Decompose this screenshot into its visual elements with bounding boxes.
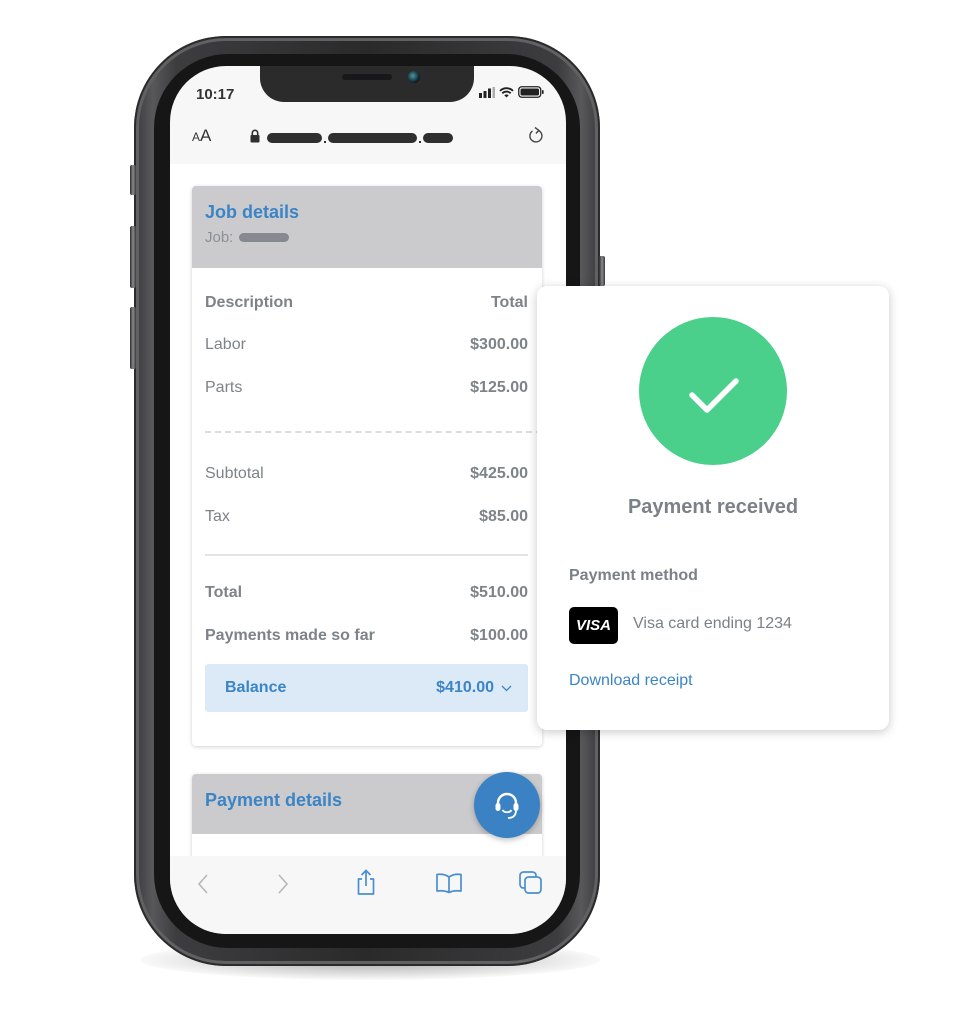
visa-card-icon: VISA xyxy=(569,607,618,644)
job-line: Job: xyxy=(205,229,529,246)
power-button xyxy=(599,256,605,286)
status-time: 10:17 xyxy=(196,86,235,103)
speaker xyxy=(342,74,392,80)
line-item-label: Labor xyxy=(205,336,246,353)
text-size-small: A xyxy=(192,130,201,144)
signal-icon xyxy=(479,86,495,98)
card-description: Visa card ending 1234 xyxy=(633,615,792,632)
line-item-amount: $300.00 xyxy=(470,336,528,353)
headset-icon xyxy=(495,792,519,819)
page-content: Job details Job: Description Total Labor… xyxy=(170,164,566,856)
total-row: Total $510.00 xyxy=(192,584,542,602)
total-header: Total xyxy=(490,294,528,311)
tax-amount: $85.00 xyxy=(479,508,528,525)
text-size-large: A xyxy=(200,126,212,145)
checkmark-icon xyxy=(689,378,739,413)
battery-icon xyxy=(518,86,544,98)
payments-amount: $100.00 xyxy=(470,627,528,644)
volume-up-button xyxy=(130,226,136,288)
support-chat-button[interactable] xyxy=(474,772,540,838)
url-field[interactable] xyxy=(267,133,453,143)
text-size-button[interactable]: AA xyxy=(192,126,211,146)
balance-amount: $410.00 xyxy=(436,679,494,696)
job-details-title: Job details xyxy=(205,202,300,222)
tax-label: Tax xyxy=(205,508,230,525)
browser-toolbar xyxy=(170,856,566,934)
url-mask xyxy=(328,133,417,143)
chevron-down-icon[interactable] xyxy=(501,685,512,692)
line-item-label: Parts xyxy=(205,379,243,396)
tax-row: Tax $85.00 xyxy=(192,508,542,526)
volume-down-button xyxy=(130,307,136,369)
download-receipt-link[interactable]: Download receipt xyxy=(569,672,693,690)
balance-label: Balance xyxy=(225,679,287,696)
url-mask xyxy=(423,133,453,143)
url-mask xyxy=(267,133,322,143)
payment-received-popup: Payment received Payment method VISA Vis… xyxy=(537,286,889,730)
phone-screen: 10:17 AA Job details Job: Description To… xyxy=(170,66,566,934)
job-number-mask xyxy=(239,233,290,242)
success-badge xyxy=(639,317,787,465)
total-label: Total xyxy=(205,584,243,601)
subtotal-amount: $425.00 xyxy=(470,465,528,482)
front-camera xyxy=(408,71,420,83)
payments-row: Payments made so far $100.00 xyxy=(192,627,542,645)
subtotal-label: Subtotal xyxy=(205,465,264,482)
balance-row[interactable]: Balance $410.00 xyxy=(205,664,528,712)
job-card-header: Job details Job: xyxy=(192,186,542,268)
back-icon[interactable] xyxy=(196,872,210,896)
notch xyxy=(260,66,474,102)
address-bar[interactable]: AA xyxy=(170,114,566,164)
wifi-icon xyxy=(499,86,514,97)
description-header: Description xyxy=(205,294,294,311)
subtotal-row: Subtotal $425.00 xyxy=(192,465,542,483)
bookmarks-icon[interactable] xyxy=(435,872,463,894)
payment-method-label: Payment method xyxy=(569,567,698,584)
job-details-card: Job details Job: Description Total Labor… xyxy=(192,186,542,746)
silent-switch xyxy=(130,165,136,195)
column-headers: Description Total xyxy=(192,294,542,312)
reload-icon[interactable] xyxy=(528,126,544,144)
card-brand: VISA xyxy=(575,617,611,634)
total-amount: $510.00 xyxy=(470,584,528,601)
balance-value: $410.00 xyxy=(436,679,512,697)
line-item-row: Parts $125.00 xyxy=(192,379,542,397)
payments-label: Payments made so far xyxy=(205,627,375,644)
job-label: Job: xyxy=(205,229,234,246)
url-dot xyxy=(419,141,421,143)
share-icon[interactable] xyxy=(354,868,378,896)
status-icons xyxy=(479,86,544,98)
tabs-icon[interactable] xyxy=(518,870,544,896)
line-item-amount: $125.00 xyxy=(470,379,528,396)
line-item-row: Labor $300.00 xyxy=(192,336,542,354)
url-dot xyxy=(324,141,326,143)
lock-icon xyxy=(250,129,260,143)
payment-status-title: Payment received xyxy=(627,496,799,518)
forward-icon[interactable] xyxy=(276,872,290,896)
